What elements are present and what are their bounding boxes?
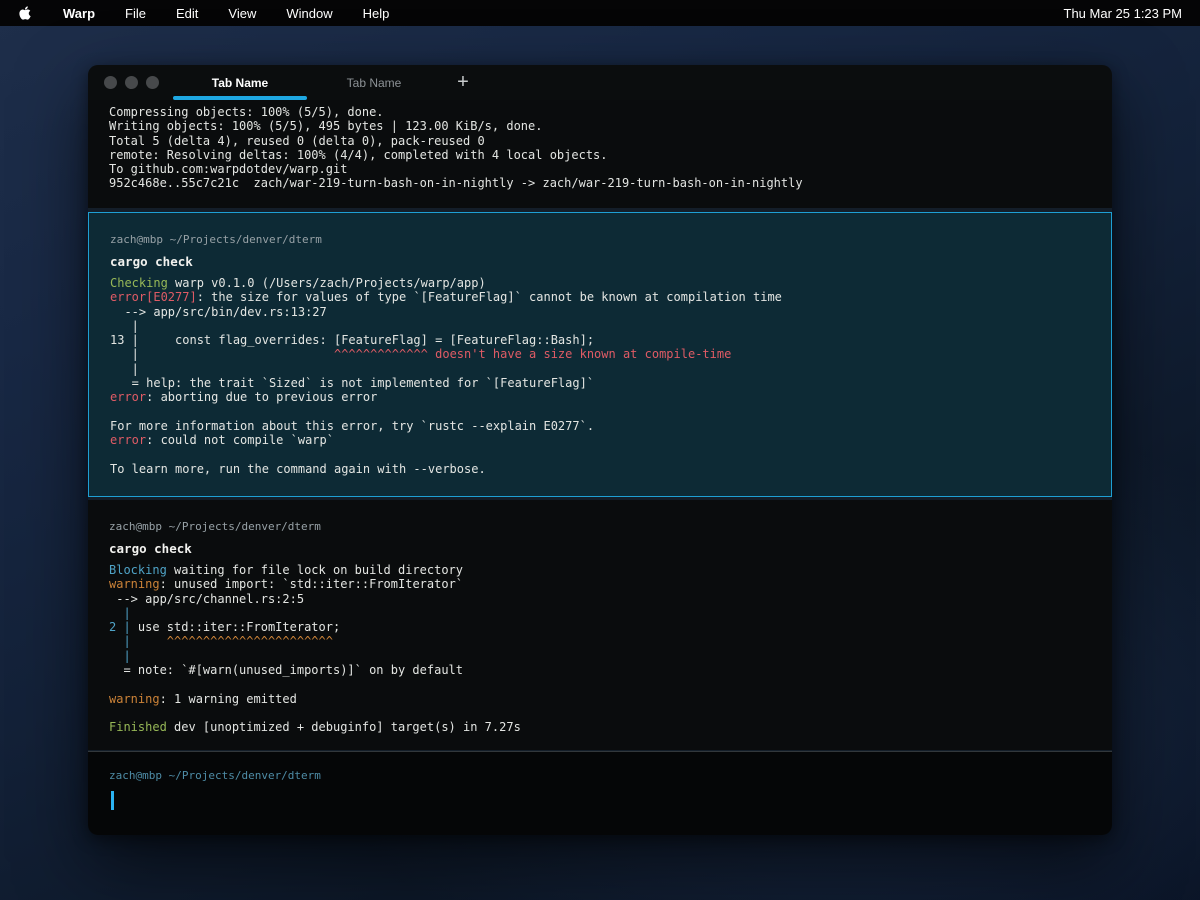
block-output: Checking warp v0.1.0 (/Users/zach/Projec… bbox=[110, 276, 1093, 476]
warp-window: Tab Name Tab Name + Compressing objects:… bbox=[88, 65, 1112, 835]
menu-item-window[interactable]: Window bbox=[286, 6, 332, 21]
command-text: cargo check bbox=[109, 541, 1094, 556]
tab-active[interactable]: Tab Name bbox=[173, 65, 307, 100]
apple-icon[interactable] bbox=[18, 5, 33, 22]
menu-item-edit[interactable]: Edit bbox=[176, 6, 198, 21]
menu-item-warp[interactable]: Warp bbox=[63, 6, 95, 21]
window-controls bbox=[88, 65, 173, 100]
block-output: Compressing objects: 100% (5/5), done.Wr… bbox=[109, 105, 1094, 191]
tab-label: Tab Name bbox=[347, 76, 402, 90]
prompt-line: zach@mbp ~/Projects/denver/dterm bbox=[110, 233, 1093, 246]
prompt-line: zach@mbp ~/Projects/denver/dterm bbox=[109, 520, 1094, 533]
command-text: cargo check bbox=[110, 254, 1093, 269]
menu-item-view[interactable]: View bbox=[228, 6, 256, 21]
menu-item-help[interactable]: Help bbox=[363, 6, 390, 21]
block-output: Blocking waiting for file lock on build … bbox=[109, 563, 1094, 735]
prompt-line: zach@mbp ~/Projects/denver/dterm bbox=[109, 769, 1094, 782]
tab-bar: Tab Name Tab Name + bbox=[88, 65, 1112, 100]
terminal-block-error-selected[interactable]: zach@mbp ~/Projects/denver/dterm cargo c… bbox=[88, 212, 1112, 497]
terminal-block-scrollback[interactable]: Compressing objects: 100% (5/5), done.Wr… bbox=[88, 100, 1112, 208]
close-button[interactable] bbox=[104, 76, 117, 89]
terminal-block-warning[interactable]: zach@mbp ~/Projects/denver/dterm cargo c… bbox=[88, 500, 1112, 750]
tab-label: Tab Name bbox=[212, 76, 268, 90]
minimize-button[interactable] bbox=[125, 76, 138, 89]
zoom-button[interactable] bbox=[146, 76, 159, 89]
menubar-clock[interactable]: Thu Mar 25 1:23 PM bbox=[1064, 6, 1183, 21]
terminal-block-current-prompt[interactable]: zach@mbp ~/Projects/denver/dterm bbox=[88, 751, 1112, 835]
menu-bar: Warp File Edit View Window Help Thu Mar … bbox=[0, 0, 1200, 26]
menu-item-file[interactable]: File bbox=[125, 6, 146, 21]
terminal-cursor bbox=[111, 791, 114, 810]
tab-inactive[interactable]: Tab Name bbox=[307, 65, 441, 100]
new-tab-button[interactable]: + bbox=[441, 65, 485, 100]
